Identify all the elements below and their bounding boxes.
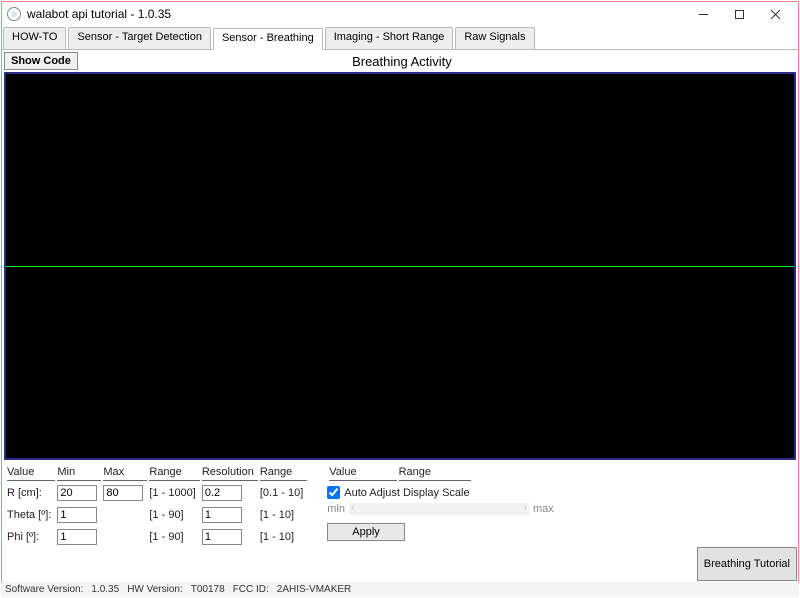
theta-res-range: [1 - 10] bbox=[260, 505, 307, 525]
breathing-tutorial-button[interactable]: Breathing Tutorial bbox=[697, 547, 797, 581]
maximize-button[interactable] bbox=[721, 2, 757, 26]
col-resolution: Resolution bbox=[202, 466, 258, 481]
arena-params-table: Value Min Max Range Resolution Range R [… bbox=[5, 464, 309, 549]
phi-range: [1 - 90] bbox=[149, 527, 199, 547]
chart-title: Breathing Activity bbox=[78, 54, 726, 69]
phi-min-input[interactable] bbox=[57, 529, 97, 545]
col-range2: Range bbox=[260, 466, 307, 481]
slider-min-label: min bbox=[327, 503, 345, 515]
title-bar: walabot api tutorial - 1.0.35 bbox=[1, 1, 799, 27]
r-min-input[interactable] bbox=[57, 485, 97, 501]
show-code-button[interactable]: Show Code bbox=[4, 52, 78, 70]
status-fcc-value: 2AHIS-VMAKER bbox=[277, 584, 351, 595]
r-res-range: [0.1 - 10] bbox=[260, 483, 307, 503]
col-min: Min bbox=[57, 466, 101, 481]
status-bar: Software Version: 1.0.35 HW Version: T00… bbox=[1, 582, 799, 597]
status-hw-label: HW Version: bbox=[127, 584, 183, 595]
close-button[interactable] bbox=[757, 2, 793, 26]
tab-imaging-short-range[interactable]: Imaging - Short Range bbox=[325, 27, 454, 49]
col-range: Range bbox=[149, 466, 199, 481]
status-fcc-label: FCC ID: bbox=[233, 584, 269, 595]
maximize-icon bbox=[734, 9, 745, 20]
minimize-icon bbox=[698, 9, 709, 20]
slider-max-label: max bbox=[533, 503, 554, 515]
tab-howto[interactable]: HOW-TO bbox=[3, 27, 66, 49]
auto-adjust-row[interactable]: Auto Adjust Display Scale bbox=[327, 486, 554, 499]
breathing-chart bbox=[4, 72, 796, 460]
tab-breathing[interactable]: Sensor - Breathing bbox=[213, 28, 323, 50]
param-r-label: R [cm]: bbox=[7, 483, 55, 503]
phi-res-range: [1 - 10] bbox=[260, 527, 307, 547]
col-value: Value bbox=[7, 466, 55, 481]
theta-min-input[interactable] bbox=[57, 507, 97, 523]
display-col-range: Range bbox=[399, 466, 471, 481]
table-row: Theta [º]: [1 - 90] [1 - 10] bbox=[7, 505, 307, 525]
window-buttons bbox=[685, 2, 793, 26]
r-res-input[interactable] bbox=[202, 485, 242, 501]
auto-adjust-label: Auto Adjust Display Scale bbox=[344, 487, 469, 499]
toolbar: Show Code Breathing Activity bbox=[1, 50, 799, 72]
display-col-value: Value bbox=[329, 466, 396, 481]
chevron-right-icon: › bbox=[524, 502, 527, 513]
app-icon bbox=[7, 7, 21, 21]
status-sw-value: 1.0.35 bbox=[91, 584, 119, 595]
parameter-panel: Value Min Max Range Resolution Range R [… bbox=[1, 460, 799, 549]
close-icon bbox=[770, 9, 781, 20]
scale-slider-row: min ‹ › max bbox=[327, 499, 554, 515]
status-hw-value: T00178 bbox=[191, 584, 225, 595]
theta-res-input[interactable] bbox=[202, 507, 242, 523]
display-settings: Value Range Auto Adjust Display Scale mi… bbox=[327, 464, 554, 549]
scale-slider[interactable]: ‹ › bbox=[349, 503, 529, 515]
chart-series-line bbox=[6, 266, 794, 267]
window-title: walabot api tutorial - 1.0.35 bbox=[27, 7, 685, 21]
tab-target-detection[interactable]: Sensor - Target Detection bbox=[68, 27, 211, 49]
chevron-left-icon: ‹ bbox=[351, 502, 354, 513]
col-max: Max bbox=[103, 466, 147, 481]
tab-bar: HOW-TO Sensor - Target Detection Sensor … bbox=[1, 27, 799, 50]
theta-range: [1 - 90] bbox=[149, 505, 199, 525]
window-root: walabot api tutorial - 1.0.35 HOW-TO Sen… bbox=[0, 0, 800, 598]
table-row: R [cm]: [1 - 1000] [0.1 - 10] bbox=[7, 483, 307, 503]
tab-raw-signals[interactable]: Raw Signals bbox=[455, 27, 534, 49]
auto-adjust-checkbox[interactable] bbox=[327, 486, 340, 499]
status-sw-label: Software Version: bbox=[5, 584, 83, 595]
r-max-input[interactable] bbox=[103, 485, 143, 501]
minimize-button[interactable] bbox=[685, 2, 721, 26]
phi-res-input[interactable] bbox=[202, 529, 242, 545]
table-row: Phi [º]: [1 - 90] [1 - 10] bbox=[7, 527, 307, 547]
param-phi-label: Phi [º]: bbox=[7, 527, 55, 547]
param-theta-label: Theta [º]: bbox=[7, 505, 55, 525]
r-range: [1 - 1000] bbox=[149, 483, 199, 503]
apply-button[interactable]: Apply bbox=[327, 523, 405, 541]
